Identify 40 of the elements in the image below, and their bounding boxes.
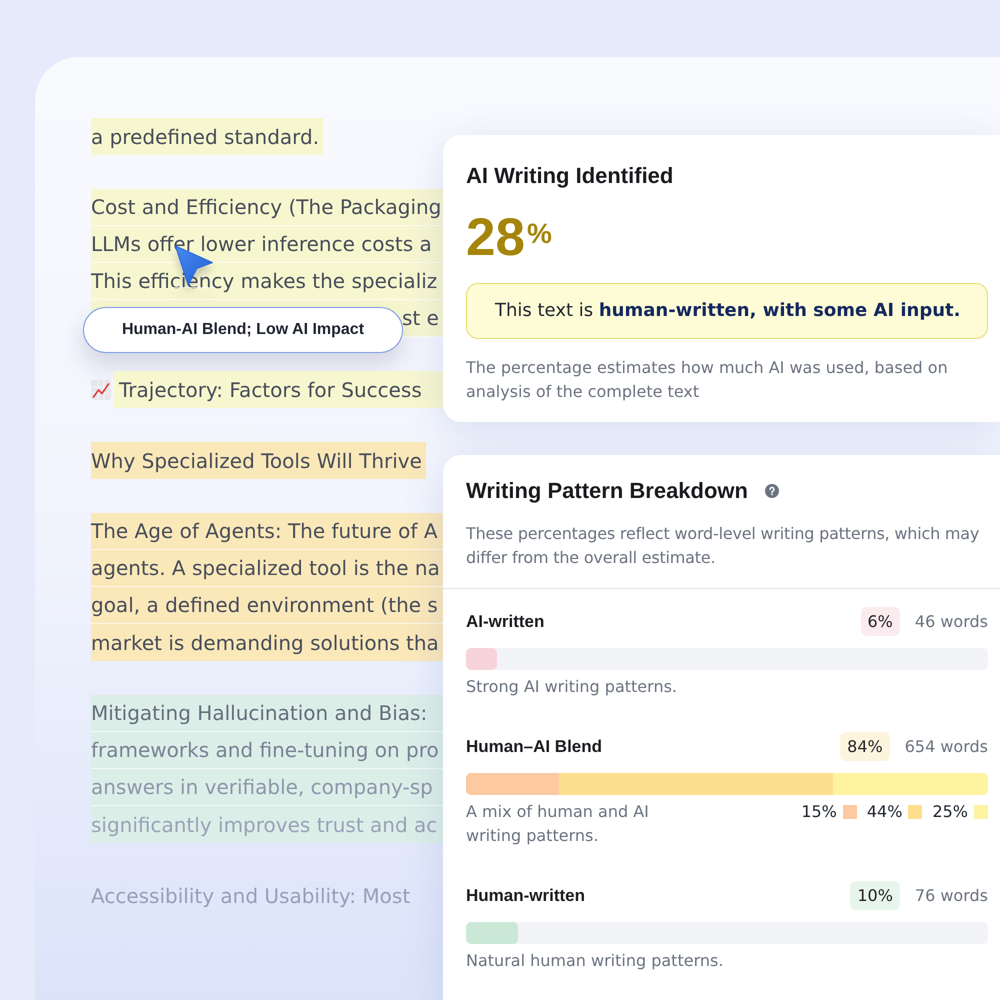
document-line: Trajectory: Factors for Success bbox=[119, 376, 422, 402]
category-description: Natural human writing patterns. bbox=[466, 950, 724, 972]
category-label: AI-written bbox=[466, 610, 544, 633]
help-icon[interactable] bbox=[764, 484, 779, 498]
card-title: AI Writing Identified bbox=[466, 162, 674, 190]
word-count: 654 words bbox=[904, 736, 988, 758]
chart-trend-icon bbox=[91, 380, 111, 400]
document-line: frameworks and fine-tuning on pro bbox=[91, 737, 439, 763]
verdict-banner: This text is human-written, with some AI input. bbox=[466, 283, 988, 339]
legend-value: 15% bbox=[801, 801, 837, 823]
document-line: st e bbox=[402, 305, 439, 331]
percent-badge: 10% bbox=[850, 881, 900, 910]
document-line: market is demanding solutions tha bbox=[91, 630, 439, 656]
document-line: a predefined standard. bbox=[91, 124, 320, 150]
category-description: A mix of human and AI writing patterns. bbox=[466, 801, 650, 847]
document-line: Accessibility and Usability: Most bbox=[91, 882, 410, 908]
card-title: Writing Pattern Breakdown bbox=[466, 477, 748, 505]
document-line: Mitigating Hallucination and Bias: bbox=[91, 700, 428, 726]
document-line: Cost and Efficiency (The Packaging bbox=[91, 194, 442, 220]
category-label: Human-written bbox=[466, 884, 585, 907]
category-label: Human–AI Blend bbox=[466, 736, 602, 758]
document-line: This efficiency makes the specializ bbox=[91, 268, 438, 294]
document-line: answers in verifiable, company-sp bbox=[91, 774, 433, 800]
percent-badge: 84% bbox=[840, 732, 890, 761]
word-count: 46 words bbox=[914, 610, 988, 632]
document-line: The Age of Agents: The future of A bbox=[91, 518, 438, 544]
score-note: The percentage estimates how much AI was used, based on analysis of the complete text bbox=[466, 357, 949, 403]
score-value: 28 bbox=[466, 212, 525, 264]
breakdown-description: These percentages reflect word-level writing patterns, which may differ from the overall estimate. bbox=[466, 523, 980, 569]
percent-badge: 6% bbox=[860, 607, 900, 636]
document-line: goal, a defined environment (the s bbox=[91, 592, 438, 618]
legend-value: 44% bbox=[866, 801, 902, 823]
tooltip: Human-AI Blend; Low AI Impact bbox=[83, 307, 403, 353]
document-line: significantly improves trust and ac bbox=[91, 812, 438, 838]
document-line: Why Specialized Tools Will Thrive bbox=[91, 448, 422, 474]
word-count: 76 words bbox=[914, 884, 988, 906]
score-unit: % bbox=[526, 220, 552, 248]
document-line: agents. A specialized tool is the na bbox=[91, 555, 440, 581]
category-description: Strong AI writing patterns. bbox=[466, 676, 677, 698]
legend-value: 25% bbox=[932, 801, 968, 823]
